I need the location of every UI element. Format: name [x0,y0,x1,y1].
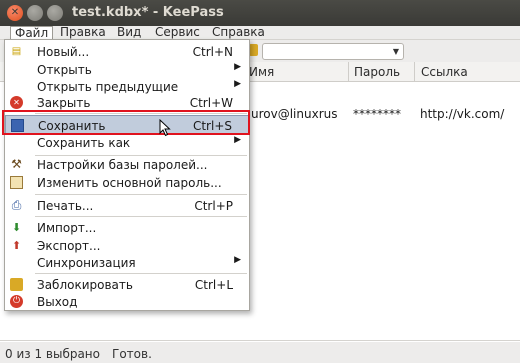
submenu-arrow-icon: ▶ [234,62,241,72]
import-icon: ⬇ [11,221,22,234]
menu-item-db-settings[interactable]: ⚒ Настройки базы паролей... [5,155,249,175]
menu-view[interactable]: Вид [117,26,141,40]
menu-tools[interactable]: Сервис [155,26,200,40]
menu-edit[interactable]: Правка [60,26,106,40]
column-divider [414,62,415,82]
lock-icon [10,278,23,291]
menu-item-save-as[interactable]: Сохранить как ▶ [5,133,249,153]
menu-help[interactable]: Справка [212,26,265,40]
title-bar: ✕ test.kdbx* - KeePass [0,0,520,26]
entry-url: http://vk.com/ [420,107,505,121]
menu-item-synchronize[interactable]: Синхронизация ▶ [5,253,249,273]
window-title: test.kdbx* - KeePass [72,5,224,20]
submenu-arrow-icon: ▶ [234,79,241,89]
menu-separator [35,216,247,217]
export-icon: ⬆ [11,239,22,252]
column-divider [348,62,349,82]
status-ready: Готов. [112,347,152,361]
divider [0,340,520,341]
submenu-arrow-icon: ▶ [234,255,241,265]
menu-file[interactable]: Файл [10,26,54,40]
menu-separator [35,273,247,274]
menu-bar: Файл Правка Вид Сервис Справка [0,26,520,40]
file-menu-dropdown: ▤ Новый... Ctrl+N Открыть ▶ Открыть пред… [4,39,250,311]
menu-item-print[interactable]: ⎙ Печать... Ctrl+P [5,196,249,216]
quick-search-combo[interactable]: ▼ [262,43,404,60]
column-header-url[interactable]: Ссылка [421,65,468,79]
selection-count: 0 из 1 выбрано [5,347,100,361]
column-header-password[interactable]: Пароль [354,65,400,79]
minimize-window-button[interactable] [27,5,43,21]
close-window-button[interactable]: ✕ [7,5,23,21]
submenu-arrow-icon: ▶ [234,135,241,145]
highlight-annotation-box [2,110,250,135]
column-header-name[interactable]: Имя [249,65,274,79]
menu-item-new[interactable]: ▤ Новый... Ctrl+N [5,42,249,62]
exit-icon: ⏻ [10,295,23,308]
mouse-pointer-icon [159,119,171,137]
hammer-icon: ⚒ [11,157,22,171]
chevron-down-icon[interactable]: ▼ [393,44,399,59]
entry-username: urov@linuxrus [251,107,338,121]
printer-icon: ⎙ [11,198,22,212]
key-window-icon [10,176,23,189]
menu-item-change-master-key[interactable]: Изменить основной пароль... [5,173,249,193]
menu-item-import[interactable]: ⬇ Импорт... [5,218,249,238]
close-database-icon: ✕ [10,96,23,109]
menu-item-exit[interactable]: ⏻ Выход [5,292,249,312]
maximize-window-button[interactable] [47,5,63,21]
lock-icon[interactable] [249,44,258,56]
menu-separator [35,194,247,195]
status-bar: 0 из 1 выбрано Готов. [0,342,520,363]
entry-password: ******** [353,107,401,121]
new-document-icon: ▤ [11,46,22,57]
